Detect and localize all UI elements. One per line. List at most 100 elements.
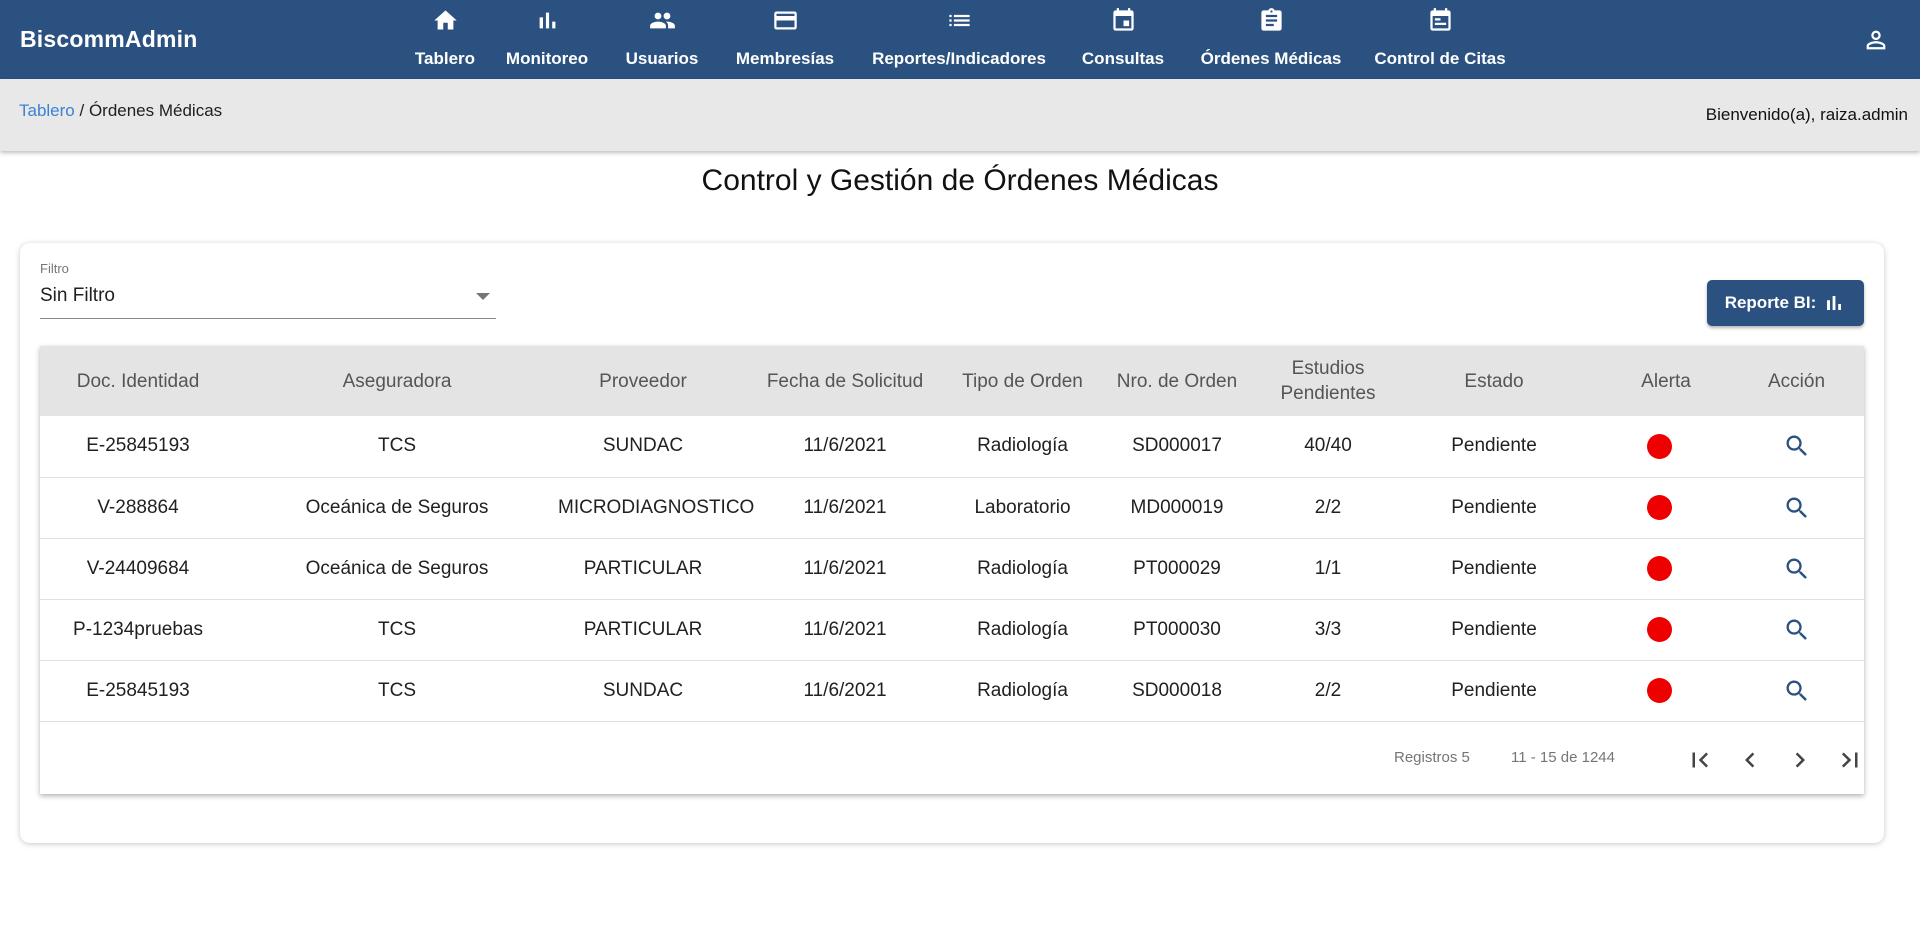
filter-value: Sin Filtro xyxy=(40,285,115,306)
cell-estado: Pendiente xyxy=(1451,679,1537,701)
people-icon xyxy=(648,6,676,34)
table-header-row: Doc. Identidad Aseguradora Proveedor Fec… xyxy=(40,346,1864,416)
cell-estado: Pendiente xyxy=(1451,557,1537,579)
nav-item-usuarios[interactable]: Usuarios xyxy=(624,0,700,79)
column-header[interactable]: Doc. Identidad xyxy=(40,346,236,416)
cell-nro: PT000029 xyxy=(1133,557,1221,579)
table-row: V-24409684 Oceánica de Seguros PARTICULA… xyxy=(40,538,1864,599)
first-page-button[interactable] xyxy=(1685,745,1715,775)
cell-estudios: 2/2 xyxy=(1314,496,1342,518)
search-icon xyxy=(1786,497,1807,518)
breadcrumb-link-tablero[interactable]: Tablero xyxy=(19,101,75,120)
bi-report-button[interactable]: Reporte BI: xyxy=(1707,280,1864,326)
cell-estado: Pendiente xyxy=(1451,435,1537,457)
search-icon xyxy=(1786,619,1807,640)
table-row: E-25845193 TCS SUNDAC 11/6/2021 Radiolog… xyxy=(40,416,1864,477)
nav-item-consultas[interactable]: Consultas xyxy=(1082,0,1164,79)
alert-indicator xyxy=(1646,617,1672,642)
column-header[interactable]: Estudios Pendientes xyxy=(1271,346,1385,416)
column-header[interactable]: Estado xyxy=(1385,346,1603,416)
previous-page-icon xyxy=(1745,752,1755,768)
user-account-button[interactable] xyxy=(1862,26,1890,54)
column-header[interactable]: Proveedor xyxy=(558,346,728,416)
nav-label: Usuarios xyxy=(625,49,699,68)
list-icon xyxy=(945,6,973,34)
nav-label: Monitoreo xyxy=(505,49,589,68)
table-row: V-288864 Oceánica de Seguros MICRODIAGNO… xyxy=(40,477,1864,538)
cell-proveedor: MICRODIAGNOSTICO xyxy=(558,496,755,518)
bar-chart-icon xyxy=(1827,296,1842,310)
home-icon xyxy=(431,6,459,34)
alert-indicator xyxy=(1646,433,1672,459)
cell-fecha: 11/6/2021 xyxy=(803,679,887,701)
view-order-button[interactable] xyxy=(1783,616,1811,644)
bi-report-label: Reporte BI: xyxy=(1724,293,1817,312)
cell-fecha: 11/6/2021 xyxy=(803,618,887,640)
cell-doc: E-25845193 xyxy=(86,679,190,701)
orders-table-container: Doc. Identidad Aseguradora Proveedor Fec… xyxy=(40,346,1864,794)
cell-nro: SD000017 xyxy=(1132,435,1222,457)
cell-fecha: 11/6/2021 xyxy=(803,496,887,518)
column-header[interactable]: Alerta xyxy=(1603,346,1729,416)
cell-aseguradora: TCS xyxy=(378,679,416,701)
nav-item-reportes-indicadores[interactable]: Reportes/Indicadores xyxy=(871,0,1047,79)
nav-item-tablero[interactable]: Tablero xyxy=(413,0,477,79)
cell-aseguradora: Oceánica de Seguros xyxy=(305,496,489,518)
column-header[interactable]: Acción xyxy=(1729,346,1864,416)
cell-doc: P-1234pruebas xyxy=(73,618,203,640)
cell-tipo: Radiología xyxy=(977,679,1068,701)
nav-item-monitoreo[interactable]: Monitoreo xyxy=(505,0,589,79)
view-order-button[interactable] xyxy=(1783,432,1811,460)
first-page-icon xyxy=(1692,752,1709,768)
view-order-button[interactable] xyxy=(1783,677,1811,705)
orders-card: Filtro Sin Filtro Reporte BI: Doc. Ident… xyxy=(20,243,1884,843)
nav-label: Reportes/Indicadores xyxy=(872,49,1046,68)
search-icon xyxy=(1786,435,1807,457)
pagination: Registros 5 11 - 15 de 1244 xyxy=(40,724,1864,794)
top-navigation-bar: BiscommAdmin Tablero Monitoreo Usuarios … xyxy=(0,0,1920,79)
cell-doc: E-25845193 xyxy=(86,435,190,457)
bar-chart-icon xyxy=(533,6,561,34)
nav-item-control-de-citas[interactable]: Control de Citas xyxy=(1374,0,1506,79)
cell-estudios: 40/40 xyxy=(1304,435,1352,457)
cell-nro: PT000030 xyxy=(1133,618,1221,640)
cell-nro: MD000019 xyxy=(1130,496,1224,518)
cell-fecha: 11/6/2021 xyxy=(803,557,887,579)
cell-aseguradora: TCS xyxy=(378,435,416,457)
search-icon xyxy=(1786,680,1807,701)
cell-tipo: Radiología xyxy=(977,618,1068,640)
nav-label: Membresías xyxy=(735,49,835,68)
column-header[interactable]: Nro. de Orden xyxy=(1083,346,1271,416)
next-page-icon xyxy=(1795,752,1805,768)
cell-estado: Pendiente xyxy=(1451,496,1537,518)
last-page-button[interactable] xyxy=(1835,745,1865,775)
cell-proveedor: PARTICULAR xyxy=(583,557,703,579)
cell-proveedor: PARTICULAR xyxy=(583,618,703,640)
view-order-button[interactable] xyxy=(1783,494,1811,522)
view-order-button[interactable] xyxy=(1783,555,1811,583)
cell-aseguradora: Oceánica de Seguros xyxy=(305,557,489,579)
cell-doc: V-288864 xyxy=(97,496,179,518)
column-header[interactable]: Aseguradora xyxy=(236,346,558,416)
app-title[interactable]: BiscommAdmin xyxy=(20,26,197,53)
nav-label: Consultas xyxy=(1081,49,1165,68)
column-header[interactable]: Tipo de Orden xyxy=(962,346,1083,416)
cell-estudios: 3/3 xyxy=(1314,618,1342,640)
previous-page-button[interactable] xyxy=(1735,745,1765,775)
nav-item-ordenes-medicas[interactable]: Órdenes Médicas xyxy=(1200,0,1342,79)
orders-table: Doc. Identidad Aseguradora Proveedor Fec… xyxy=(40,346,1864,722)
credit-card-icon xyxy=(771,6,799,34)
next-page-button[interactable] xyxy=(1785,745,1815,775)
page-range-label: 11 - 15 de 1244 xyxy=(1511,749,1615,766)
cell-tipo: Laboratorio xyxy=(974,496,1071,518)
breadcrumb-current: Órdenes Médicas xyxy=(88,101,223,120)
filter-select[interactable]: Filtro Sin Filtro xyxy=(40,261,496,319)
clipboard-icon xyxy=(1257,6,1285,34)
welcome-message: Bienvenido(a), raiza.admin xyxy=(1705,105,1908,124)
chevron-down-icon xyxy=(476,293,490,300)
column-header[interactable]: Fecha de Solicitud xyxy=(728,346,962,416)
nav-item-membresias[interactable]: Membresías xyxy=(733,0,837,79)
cell-doc: V-24409684 xyxy=(86,557,190,579)
person-icon xyxy=(1866,30,1886,50)
nav-label: Órdenes Médicas xyxy=(1200,49,1342,68)
